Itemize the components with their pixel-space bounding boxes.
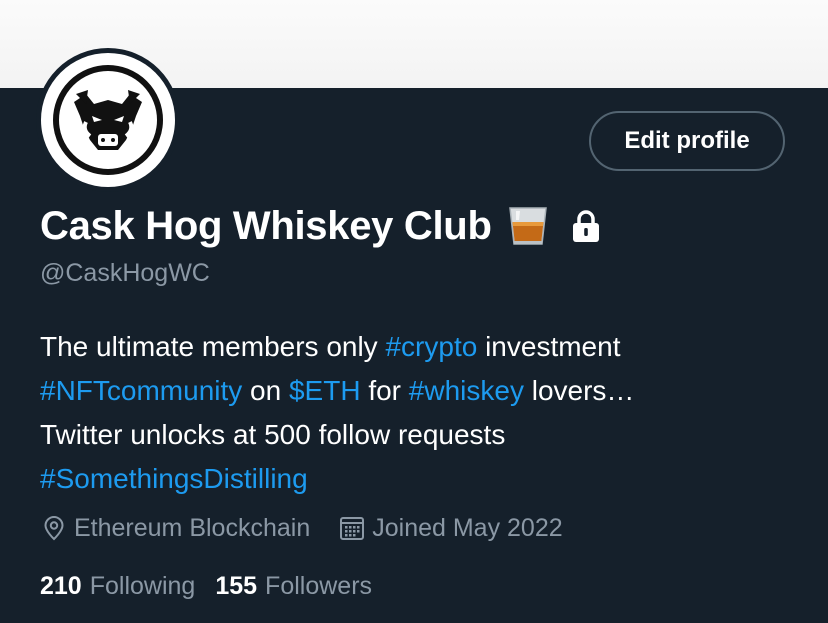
- following-count: 210: [40, 571, 82, 600]
- hashtag-nftcommunity-link[interactable]: #NFTcommunity: [40, 375, 242, 406]
- joined-text: Joined May 2022: [372, 513, 563, 542]
- bio-text: for: [360, 375, 409, 406]
- bio-text: investment: [477, 331, 621, 362]
- followers-count: 155: [215, 571, 258, 600]
- profile-page: Edit profile Cask Hog Whiskey Club @Cask…: [0, 0, 828, 623]
- bio-text: Twitter unlocks at 500 follow requests: [40, 419, 506, 450]
- bio-line-4: #SomethingsDistilling: [40, 457, 800, 501]
- location-item: Ethereum Blockchain: [40, 514, 310, 543]
- joined-item: Joined May 2022: [338, 513, 563, 543]
- avatar-image: [41, 53, 175, 187]
- avatar[interactable]: [36, 48, 180, 192]
- boar-head-logo-icon: [53, 65, 163, 175]
- hashtag-crypto-link[interactable]: #crypto: [385, 331, 477, 362]
- followers-label: Followers: [265, 571, 373, 600]
- tumbler-glass-icon: [508, 207, 547, 245]
- name-row: Cask Hog Whiskey Club: [40, 198, 602, 254]
- location-text: Ethereum Blockchain: [74, 513, 311, 542]
- bio-line-1: The ultimate members only #crypto invest…: [40, 325, 800, 369]
- cashtag-eth-link[interactable]: $ETH: [289, 375, 361, 406]
- following-label: Following: [89, 571, 196, 600]
- profile-meta: Ethereum Blockchain Joined May 2022: [40, 510, 563, 546]
- calendar-icon: [340, 517, 365, 540]
- follow-stats: 210 Following 155 Followers: [40, 568, 372, 604]
- profile-bio: The ultimate members only #crypto invest…: [40, 325, 800, 501]
- profile-handle: @CaskHogWC: [40, 259, 210, 287]
- bio-text: on: [242, 375, 289, 406]
- followers-link[interactable]: 155 Followers: [215, 572, 372, 601]
- edit-profile-button[interactable]: Edit profile: [589, 111, 785, 171]
- bio-text: lovers…: [523, 375, 635, 406]
- bio-text: The ultimate members only: [40, 331, 386, 362]
- location-pin-icon: [44, 515, 64, 541]
- following-link[interactable]: 210 Following: [40, 572, 195, 601]
- hashtag-somethingsdistilling-link[interactable]: #SomethingsDistilling: [40, 463, 308, 494]
- hashtag-whiskey-link[interactable]: #whiskey: [409, 375, 524, 406]
- lock-icon: [572, 210, 599, 242]
- bio-line-3: Twitter unlocks at 500 follow requests: [40, 413, 800, 457]
- display-name: Cask Hog Whiskey Club: [40, 203, 492, 248]
- bio-line-2: #NFTcommunity on $ETH for #whiskey lover…: [40, 369, 800, 413]
